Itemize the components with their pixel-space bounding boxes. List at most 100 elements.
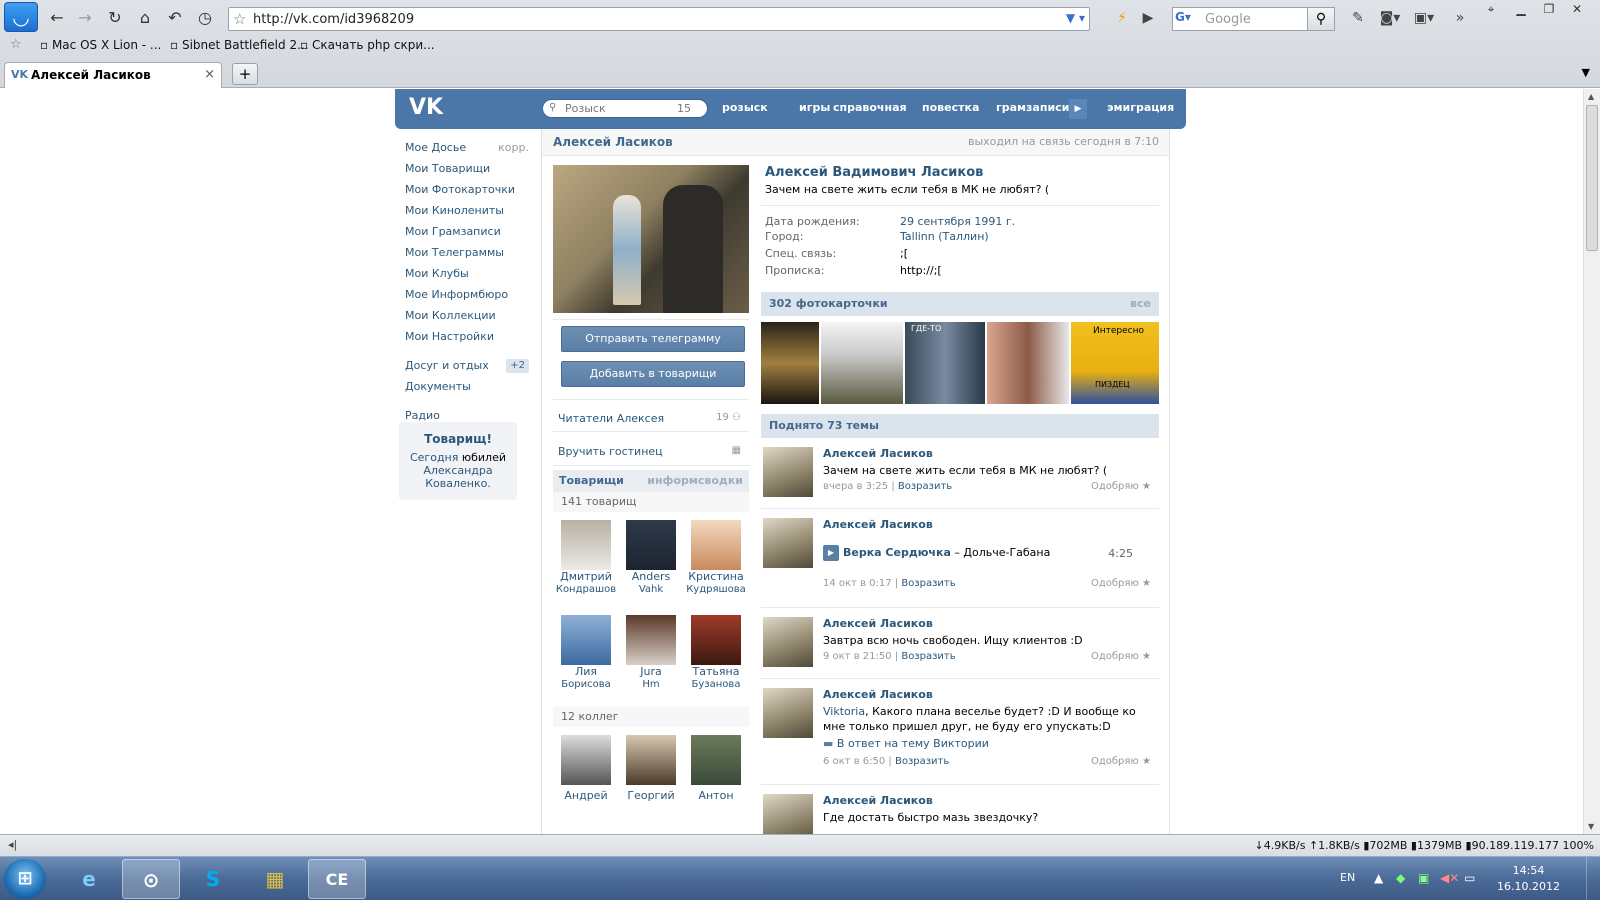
overflow-icon[interactable]: » (1448, 8, 1472, 28)
gift-icon[interactable]: ▦ (732, 445, 741, 456)
menu-item-videos[interactable]: Мои Кинолениты (399, 200, 535, 221)
avatar[interactable] (626, 735, 676, 785)
language-indicator[interactable]: EN (1340, 871, 1355, 884)
restore-button[interactable]: ❐ (1538, 2, 1560, 18)
url-bar[interactable]: ☆ http://vk.com/id3968209 ▼ ▾ (228, 7, 1090, 31)
photo-thumb[interactable] (761, 322, 819, 404)
undo-icon[interactable]: ↶ (164, 8, 186, 28)
photos-all-link[interactable]: все (1130, 297, 1151, 310)
avatar[interactable] (626, 520, 676, 570)
nav-logout[interactable]: эмиграция (1107, 101, 1174, 114)
mention-link[interactable]: Viktoria (823, 705, 865, 718)
colleague-item[interactable]: Георгий (618, 735, 684, 802)
friend-item[interactable]: Дмитрий Кондрашов (553, 520, 619, 596)
avatar[interactable] (691, 520, 741, 570)
menu-item-profile[interactable]: Мое Досье корр. (399, 137, 535, 158)
like-button[interactable]: Одобряю ★ (1091, 481, 1151, 492)
pin-icon[interactable]: ⌖ (1480, 2, 1502, 18)
profile-photo[interactable] (553, 165, 749, 313)
play-icon[interactable]: ▶ (1069, 99, 1087, 119)
minimize-button[interactable]: ▁ (1510, 2, 1532, 18)
menu-item-photos[interactable]: Мои Фотокарточки (399, 179, 535, 200)
promo-text[interactable]: Сегодня юбилей Александра Коваленко. (399, 451, 517, 490)
nav-games[interactable]: игры (799, 101, 830, 114)
url-dropdown-icon[interactable]: ▼ ▾ (1066, 11, 1085, 25)
skype-taskbar-icon[interactable]: S (184, 859, 242, 899)
edit-link[interactable]: корр. (498, 137, 529, 158)
menu-item-messages[interactable]: Мои Телеграммы (399, 242, 535, 263)
colleague-item[interactable]: Антон (683, 735, 749, 802)
add-friend-button[interactable]: Добавить в товарищи (561, 361, 745, 387)
friends-count[interactable]: 141 товарищ (553, 492, 749, 512)
bookmark-item[interactable]: ▫ Скачать php скри... (300, 38, 435, 52)
colleague-item[interactable]: Андрей (553, 735, 619, 802)
play-icon[interactable]: ▶ (823, 545, 839, 561)
reload-icon[interactable]: ↻ (104, 8, 126, 28)
lightning-icon[interactable]: ⚡ (1110, 8, 1134, 28)
avatar[interactable] (561, 615, 611, 665)
avatar[interactable] (626, 615, 676, 665)
like-button[interactable]: Одобряю ★ (1091, 756, 1151, 767)
menu-item-docs[interactable]: Документы (399, 376, 535, 397)
nav-search[interactable]: розыск (722, 101, 768, 114)
avatar[interactable] (763, 688, 813, 738)
back-icon[interactable]: ← (46, 8, 68, 28)
friends-title[interactable]: Товарищи (559, 474, 624, 487)
status-left[interactable]: ◂| (8, 838, 17, 851)
nav-music[interactable]: грамзаписи (996, 101, 1069, 114)
send-gift-link[interactable]: Вручить гостинец (558, 445, 663, 458)
send-message-button[interactable]: Отправить телеграмму (561, 326, 745, 352)
reply-link[interactable]: Возразить (901, 578, 955, 589)
like-button[interactable]: Одобряю ★ (1091, 578, 1151, 589)
menu-item-friends[interactable]: Мои Товарищи (399, 158, 535, 179)
tab-close-icon[interactable]: × (204, 67, 215, 82)
nav-agenda[interactable]: повестка (922, 101, 979, 114)
cheatengine-taskbar-icon[interactable]: CE (308, 859, 366, 899)
menu-item-bookmarks[interactable]: Мои Коллекции (399, 305, 535, 326)
menu-item-news[interactable]: Мое Информбюро (399, 284, 535, 305)
bookmark-item[interactable]: ▫ Sibnet Battlefield 2... (170, 38, 309, 52)
avatar[interactable] (561, 520, 611, 570)
clock[interactable]: 14:54 16.10.2012 (1497, 863, 1560, 895)
post-author[interactable]: Алексей Ласиков (823, 518, 933, 531)
scroll-thumb[interactable] (1586, 105, 1598, 251)
avatar[interactable] (763, 518, 813, 568)
friend-item[interactable]: Кристина Кудряшова (683, 520, 749, 596)
photo-thumb[interactable] (987, 322, 1069, 404)
vk-search-input[interactable]: ⚲ Розыск 15 (542, 99, 708, 118)
bookmarks-star-icon[interactable]: ☆ (10, 37, 22, 52)
scroll-down-icon[interactable]: ▼ (1588, 822, 1594, 831)
start-button[interactable]: ⊞ (4, 859, 46, 899)
files-taskbar-icon[interactable]: ▦ (246, 859, 304, 899)
post-author[interactable]: Алексей Ласиков (823, 447, 933, 460)
wall-title[interactable]: Поднято 73 темы (769, 419, 879, 432)
friend-item[interactable]: Anders Vahk (618, 520, 684, 596)
display-icon[interactable]: ▭ (1464, 871, 1475, 885)
network-icon[interactable]: ▣ (1418, 871, 1429, 885)
home-icon[interactable]: ⌂ (134, 8, 156, 28)
post-author[interactable]: Алексей Ласиков (823, 688, 933, 701)
shield-icon[interactable]: ◆ (1396, 871, 1405, 885)
menu-item-settings[interactable]: Мои Настройки (399, 326, 535, 347)
url-text[interactable]: http://vk.com/id3968209 (253, 12, 414, 27)
vertical-scrollbar[interactable]: ▲ ▼ (1583, 89, 1600, 834)
firefox-menu-button[interactable]: ◡ (4, 2, 38, 32)
avatar[interactable] (561, 735, 611, 785)
post-author[interactable]: Алексей Ласиков (823, 794, 933, 807)
in-reply-link[interactable]: ▬ В ответ на тему Виктории (823, 737, 989, 750)
friend-item[interactable]: Лия Борисова (553, 615, 619, 691)
ie-taskbar-icon[interactable]: e (60, 859, 118, 899)
google-icon[interactable]: G▾ (1175, 10, 1201, 28)
bookmark-star-icon[interactable]: ☆ (233, 10, 246, 28)
avatar[interactable] (763, 617, 813, 667)
like-button[interactable]: Одобряю ★ (1091, 651, 1151, 662)
avatar[interactable] (691, 615, 741, 665)
avatar[interactable] (763, 794, 813, 834)
photo-thumb[interactable] (821, 322, 903, 404)
audio-track[interactable]: ▶ Верка Сердючка – Дольче-Габана 4:25 (823, 545, 1133, 561)
friend-item[interactable]: Jura Hm (618, 615, 684, 691)
followers-link[interactable]: Читатели Алексея (558, 412, 664, 425)
bookmark-item[interactable]: ▫ Mac OS X Lion - ... (40, 38, 161, 52)
avatar[interactable] (691, 735, 741, 785)
photo-thumb[interactable]: ГДЕ-ТО (905, 322, 985, 404)
